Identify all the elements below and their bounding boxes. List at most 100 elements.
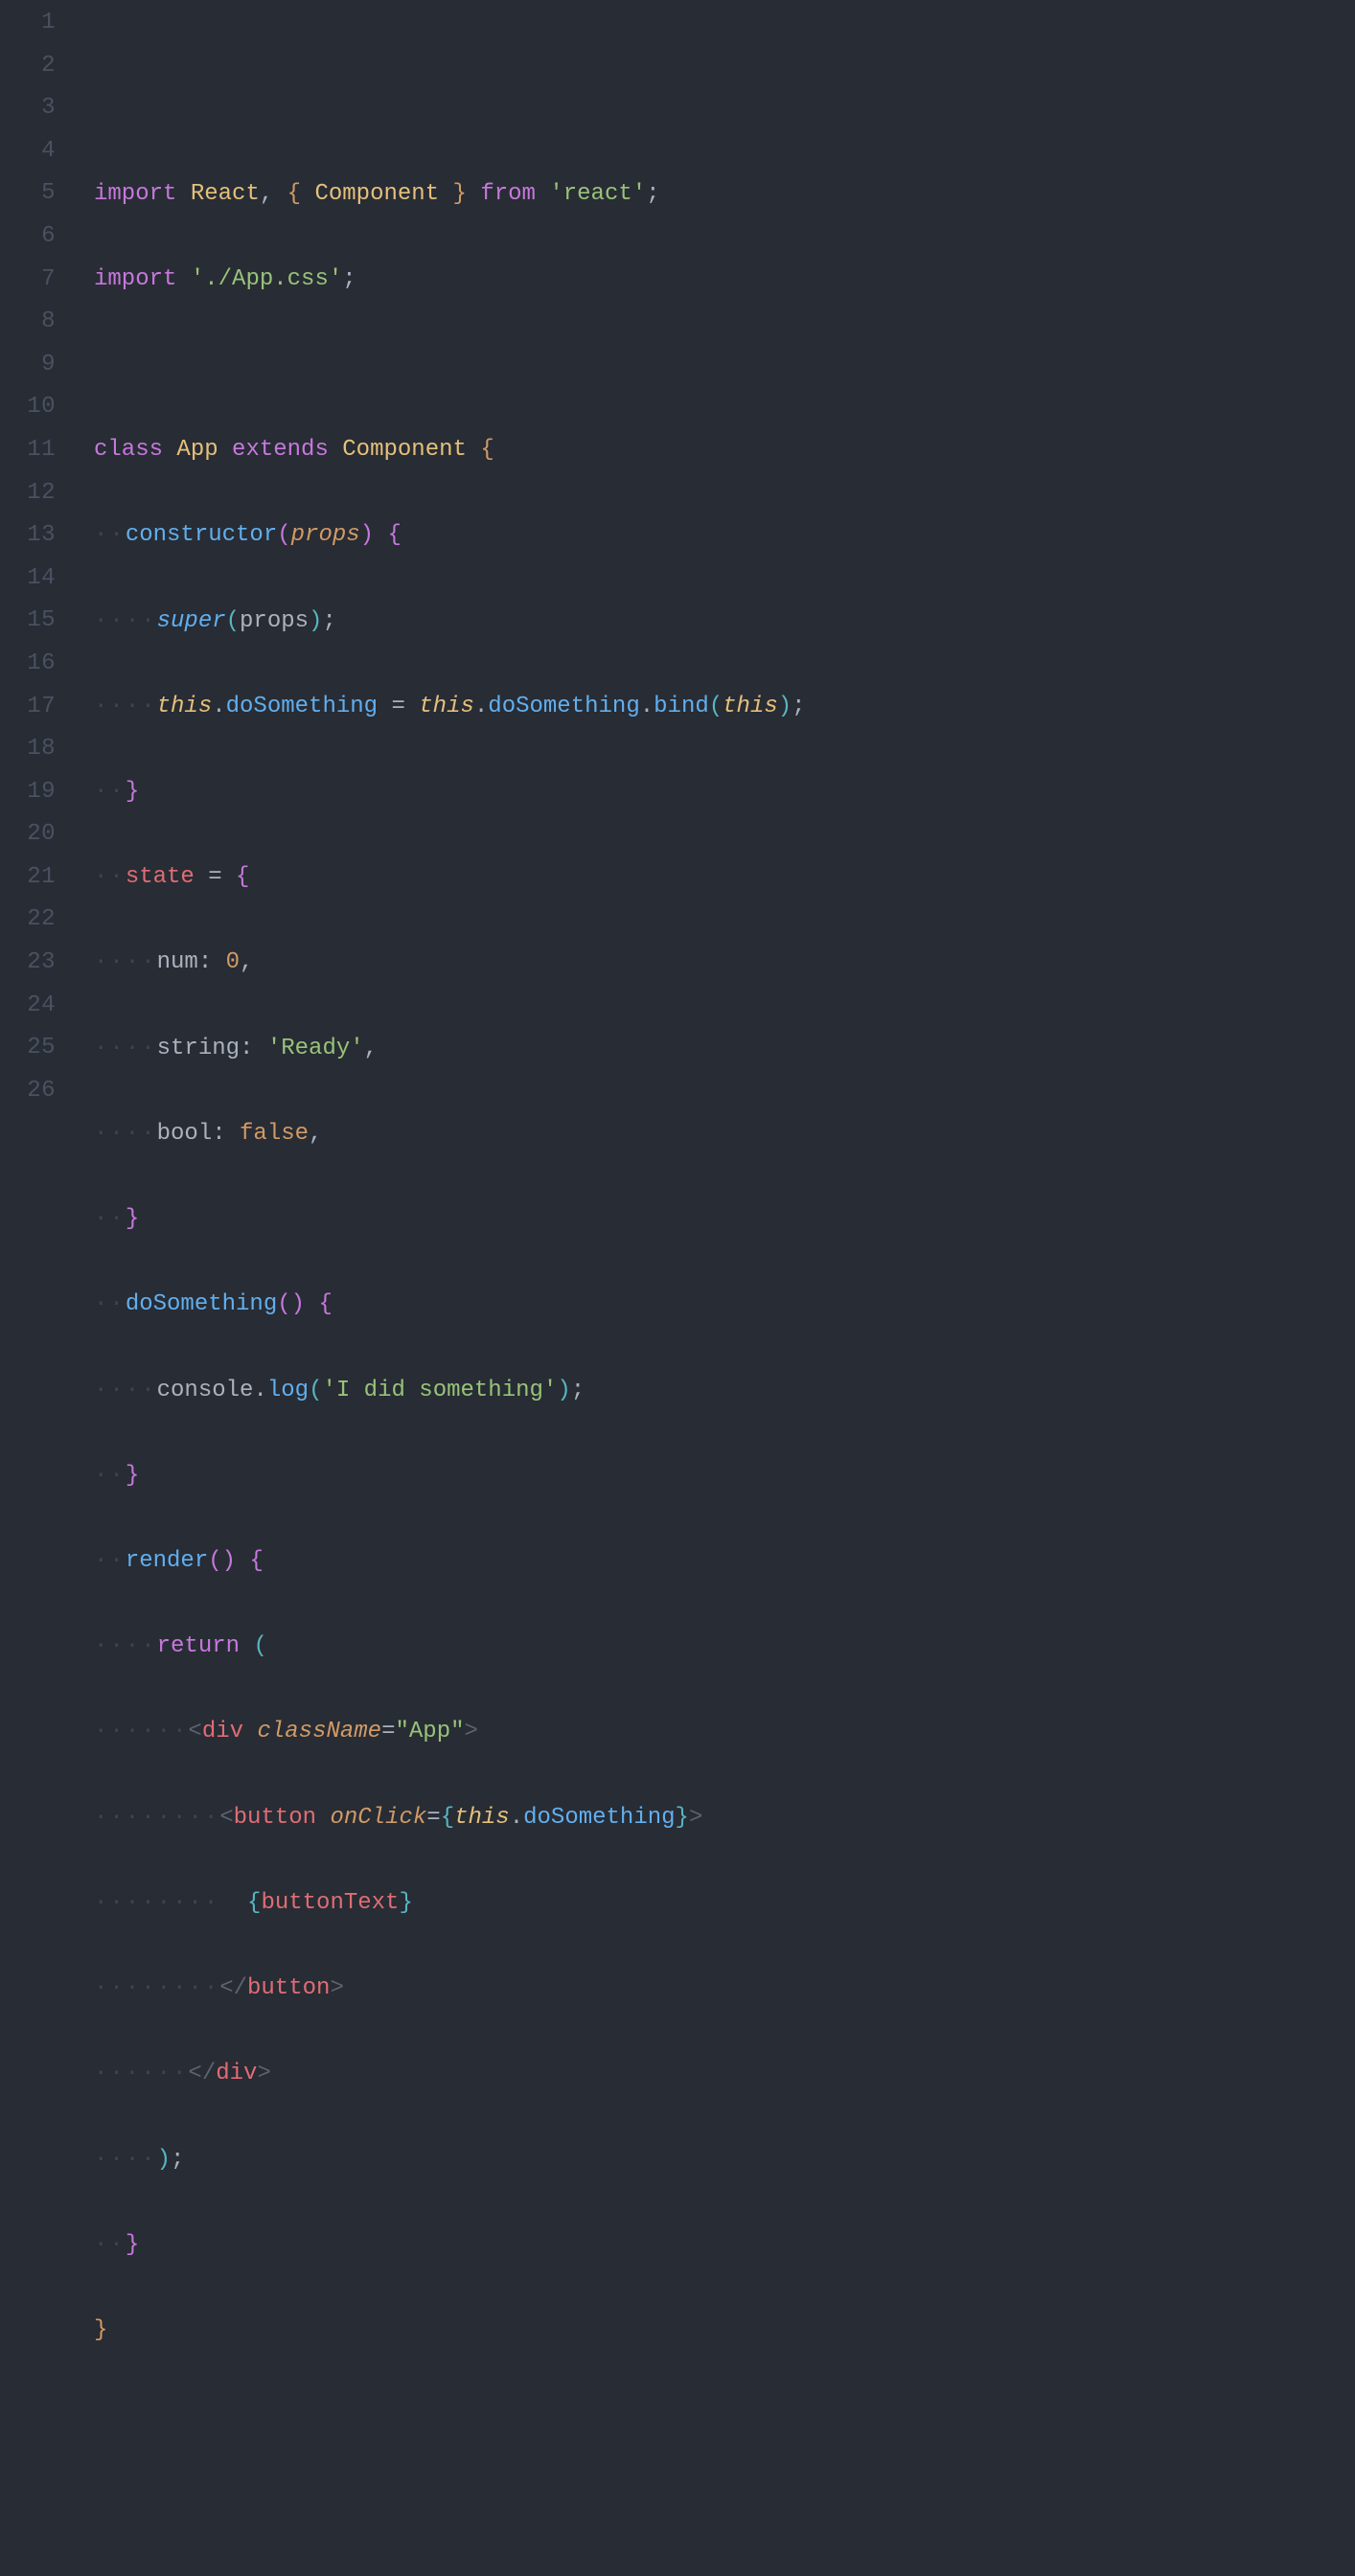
indent: ········: [94, 1975, 219, 2001]
dot: .: [253, 1378, 266, 1403]
identifier-console: console: [157, 1378, 254, 1403]
keyword-import: import: [94, 266, 176, 292]
paren-close: ): [778, 694, 792, 719]
dot: .: [510, 1805, 523, 1831]
equals: =: [391, 694, 404, 719]
paren-close: ): [222, 1548, 236, 1574]
code-line: ····this.doSomething = this.doSomething.…: [94, 686, 1355, 729]
code-line: ····num: 0,: [94, 942, 1355, 985]
angle-close: >: [257, 2061, 270, 2086]
line-number: 3: [0, 87, 56, 130]
code-line: ······</div>: [94, 2053, 1355, 2096]
line-number: 4: [0, 130, 56, 173]
angle-close: >: [465, 1719, 478, 1744]
angle-close: >: [689, 1805, 702, 1831]
line-number: 16: [0, 643, 56, 686]
indent: ········: [94, 1805, 219, 1831]
boolean-false: false: [240, 1121, 309, 1147]
line-number: 9: [0, 344, 56, 387]
indent: ····: [94, 1633, 157, 1659]
indent: ····: [94, 949, 157, 975]
indent: ··: [94, 1291, 126, 1317]
param-props: props: [291, 522, 360, 548]
method-bind: bind: [654, 694, 709, 719]
brace-open: {: [236, 864, 249, 890]
keyword-return: return: [157, 1633, 240, 1659]
code-line: ····bool: false,: [94, 1113, 1355, 1156]
line-number: 23: [0, 942, 56, 985]
brace-open: {: [318, 1291, 332, 1317]
string-ididsomething: 'I did something': [322, 1378, 557, 1403]
property-bool: bool: [157, 1121, 213, 1147]
code-line: [94, 344, 1355, 387]
semicolon: ;: [171, 2147, 184, 2173]
paren-close: ): [291, 1291, 305, 1317]
equals: =: [426, 1805, 440, 1831]
string-react: 'react': [549, 181, 646, 207]
code-area[interactable]: import React, { Component } from 'react'…: [75, 2, 1355, 2566]
paren-close: ): [360, 522, 374, 548]
code-line: ··}: [94, 2224, 1355, 2268]
jsx-brace-open: {: [247, 1890, 261, 1916]
code-line: }: [94, 2310, 1355, 2353]
brace-open: {: [249, 1548, 263, 1574]
equals: =: [381, 1719, 395, 1744]
line-number: 1: [0, 2, 56, 45]
brace-open: {: [387, 522, 401, 548]
line-number: 14: [0, 558, 56, 601]
brace-close: }: [94, 2317, 107, 2343]
code-editor[interactable]: 1234567891011121314151617181920212223242…: [0, 0, 1355, 2576]
brace-close: }: [126, 779, 139, 805]
angle-close: >: [330, 1975, 343, 2001]
keyword-this: this: [723, 694, 778, 719]
code-line: ········</button>: [94, 1968, 1355, 2011]
code-line: ····return (: [94, 1626, 1355, 1669]
keyword-class: class: [94, 437, 163, 463]
dot: .: [474, 694, 488, 719]
string-appcss: './App.css': [191, 266, 342, 292]
semicolon: ;: [322, 608, 335, 634]
identifier-props: props: [240, 608, 309, 634]
method-render: render: [126, 1548, 208, 1574]
dot: .: [212, 694, 225, 719]
line-number: 7: [0, 259, 56, 302]
colon: :: [198, 949, 212, 975]
code-line: class App extends Component {: [94, 429, 1355, 472]
code-line: ··constructor(props) {: [94, 514, 1355, 558]
paren-open: (: [709, 694, 723, 719]
keyword-this: this: [419, 694, 474, 719]
paren-open: (: [277, 522, 290, 548]
code-line: ··}: [94, 771, 1355, 814]
code-line: ··render() {: [94, 1540, 1355, 1584]
indent: ····: [94, 694, 157, 719]
class-component: Component: [342, 437, 467, 463]
tag-button: button: [247, 1975, 330, 2001]
indent: ··: [94, 779, 126, 805]
keyword-super: super: [157, 608, 226, 634]
dot: .: [640, 694, 654, 719]
attr-onclick: onClick: [330, 1805, 426, 1831]
indent: ··: [94, 1206, 126, 1232]
paren-close: ): [557, 1378, 570, 1403]
indent: ····: [94, 608, 157, 634]
code-line: ····console.log('I did something');: [94, 1370, 1355, 1413]
semicolon: ;: [342, 266, 356, 292]
identifier-dosomething: doSomething: [488, 694, 639, 719]
brace-close: }: [126, 1206, 139, 1232]
comma: ,: [240, 949, 253, 975]
number-zero: 0: [226, 949, 240, 975]
paren-close: ): [157, 2147, 171, 2173]
angle-open: <: [188, 1719, 201, 1744]
identifier-dosomething: doSomething: [523, 1805, 675, 1831]
semicolon: ;: [792, 694, 805, 719]
code-line: ··}: [94, 1198, 1355, 1242]
angle-open: <: [219, 1805, 233, 1831]
code-line: ········<button onClick={this.doSomethin…: [94, 1797, 1355, 1840]
colon: :: [240, 1036, 253, 1061]
jsx-brace-open: {: [441, 1805, 454, 1831]
indent: ····: [94, 2147, 157, 2173]
keyword-extends: extends: [232, 437, 329, 463]
tag-div: div: [216, 2061, 257, 2086]
paren-close: ): [309, 608, 322, 634]
angle-open-slash: </: [219, 1975, 247, 2001]
